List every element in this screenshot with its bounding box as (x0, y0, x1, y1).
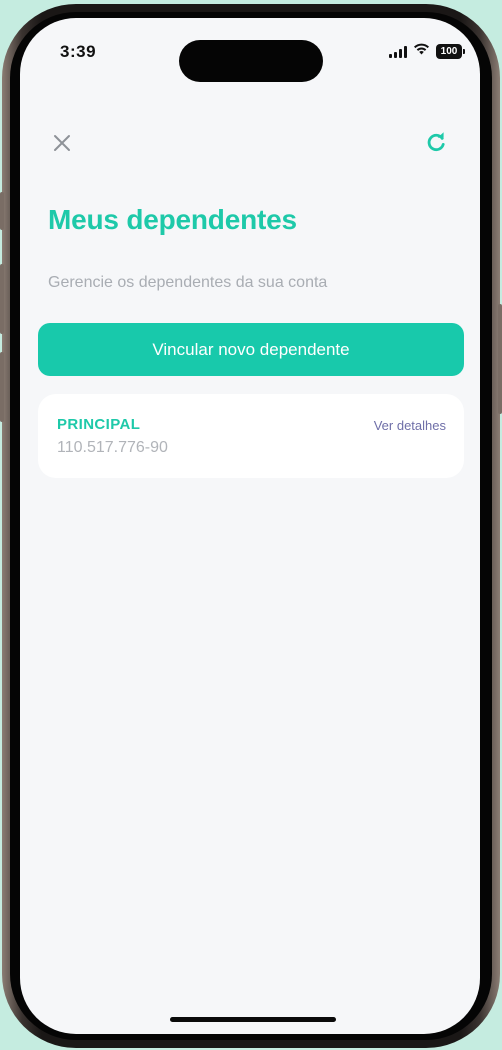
link-new-dependent-button[interactable]: Vincular novo dependente (38, 323, 464, 376)
page-subtitle: Gerencie os dependentes da sua conta (48, 274, 328, 291)
app-screen: 3:39 100 Meus dependentes Gerencie os de… (20, 18, 480, 1034)
battery-icon: 100 (436, 43, 465, 59)
side-button-action (0, 192, 4, 230)
dynamic-island (179, 40, 323, 82)
cellular-signal-icon (389, 45, 407, 58)
wifi-icon (413, 42, 430, 60)
dependent-card[interactable]: PRINCIPAL 110.517.776-90 Ver detalhes (38, 394, 464, 478)
home-indicator (170, 1017, 336, 1022)
view-details-link[interactable]: Ver detalhes (374, 418, 446, 433)
dependent-name: PRINCIPAL (57, 416, 141, 433)
close-icon (53, 134, 71, 155)
top-navigation (20, 120, 480, 164)
page-title: Meus dependentes (48, 204, 297, 235)
status-bar: 3:39 100 (20, 18, 480, 82)
side-button-volume-down (0, 352, 4, 422)
dependent-cpf: 110.517.776-90 (57, 439, 168, 456)
refresh-icon (425, 131, 447, 157)
refresh-button[interactable] (418, 126, 454, 162)
side-button-volume-up (0, 264, 4, 334)
close-button[interactable] (44, 126, 80, 162)
status-time: 3:39 (60, 42, 97, 61)
side-button-power (498, 304, 502, 414)
status-icons: 100 (389, 42, 465, 60)
